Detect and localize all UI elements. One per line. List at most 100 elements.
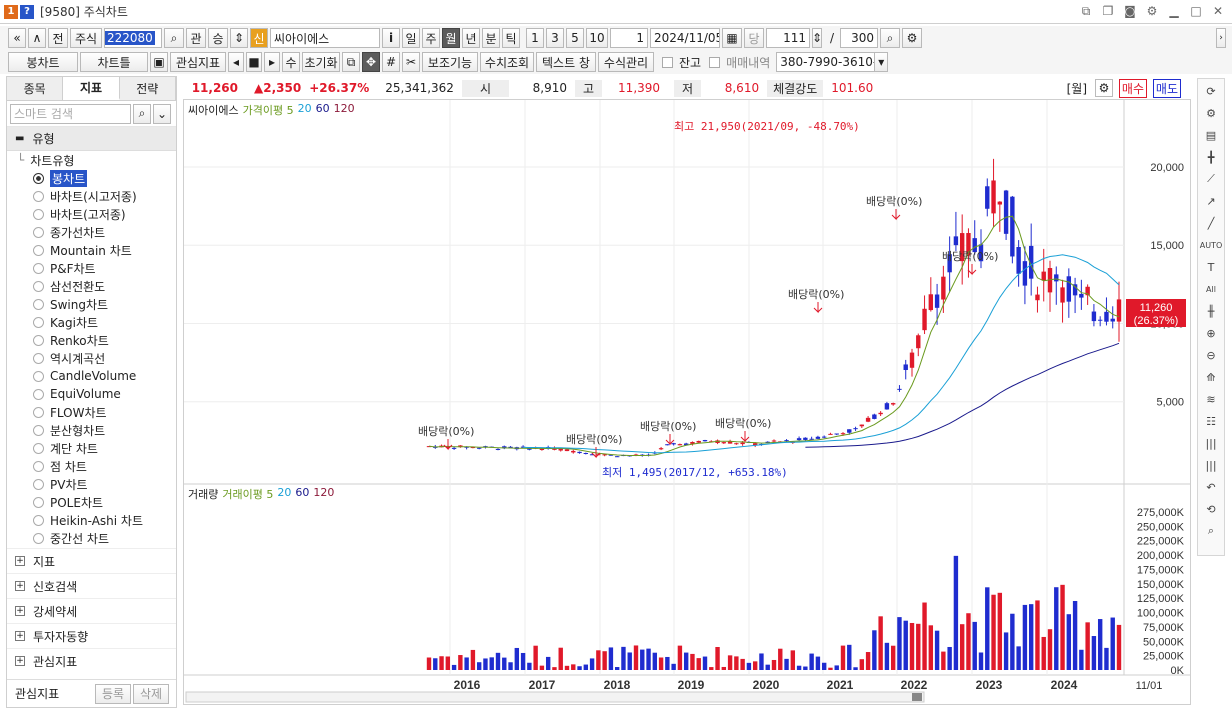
chart-type-item[interactable]: 분산형차트	[7, 421, 176, 439]
chart-type-item[interactable]: 봉차트	[7, 169, 176, 187]
auto-icon[interactable]: AUTO	[1200, 236, 1223, 254]
trend-line-icon[interactable]: ⟋	[1207, 170, 1215, 188]
chart-type-item[interactable]: 점 차트	[7, 457, 176, 475]
radio-icon[interactable]	[33, 208, 44, 220]
find-icon[interactable]: ⌕	[1208, 522, 1214, 540]
radio-icon[interactable]	[33, 316, 44, 328]
chart-type-item[interactable]: 역시계곡선	[7, 349, 176, 367]
radio-icon[interactable]	[33, 298, 44, 310]
ray-line-icon[interactable]: ↗	[1206, 192, 1215, 210]
expand-plus-icon[interactable]: +	[15, 656, 25, 666]
chart-type-node[interactable]: └ 차트유형	[7, 151, 176, 169]
chart-type-item[interactable]: PV차트	[7, 475, 176, 493]
grid-icon[interactable]: ☷	[1206, 412, 1216, 430]
date-input[interactable]: 2024/11/05	[650, 28, 720, 48]
chart-type-select[interactable]: 봉차트	[8, 52, 78, 72]
period-minute[interactable]: 분	[482, 28, 500, 48]
chart-type-item[interactable]: 바차트(시고저종)	[7, 187, 176, 205]
unit-5[interactable]: 5	[566, 28, 584, 48]
chart-type-item[interactable]: 삼선전환도	[7, 277, 176, 295]
unit-1[interactable]: 1	[526, 28, 544, 48]
copy-icon[interactable]: ❐	[1100, 3, 1116, 19]
prev-stock-button[interactable]: 전	[48, 28, 68, 48]
numeric-query-button[interactable]: 수치조회	[480, 52, 534, 72]
account-select[interactable]: 380-7990-3610-1	[776, 52, 877, 72]
close-icon[interactable]: ✕	[1210, 3, 1226, 19]
expand-plus-icon[interactable]: +	[15, 581, 25, 591]
watch-indicator-button[interactable]: 관심지표	[170, 52, 226, 72]
chart-type-item[interactable]: CandleVolume	[7, 367, 176, 385]
bars2-icon[interactable]: |||	[1205, 456, 1216, 474]
hash-icon[interactable]: #	[382, 52, 400, 72]
group-type[interactable]: ▬ 유형	[7, 127, 176, 151]
redo-icon[interactable]: ⟲	[1206, 500, 1215, 518]
minimize-icon[interactable]: ▁	[1166, 3, 1182, 19]
collapsed-group[interactable]: + 신호검색	[7, 573, 176, 598]
chart-type-item[interactable]: P&F차트	[7, 259, 176, 277]
crosshair-tool-icon[interactable]: ╋	[1208, 148, 1215, 166]
chart-type-item[interactable]: POLE차트	[7, 493, 176, 511]
radio-icon[interactable]	[33, 352, 44, 364]
account-dropdown-icon[interactable]: ▾	[874, 52, 889, 72]
candle-tool-icon[interactable]: ╫	[1208, 302, 1215, 320]
scissors-icon[interactable]: ✂	[402, 52, 420, 72]
radio-icon[interactable]	[33, 172, 44, 184]
tab-strategy[interactable]: 전략	[119, 77, 176, 100]
period-week[interactable]: 주	[422, 28, 440, 48]
maximize-icon[interactable]: □	[1188, 3, 1204, 19]
radio-icon[interactable]	[33, 460, 44, 472]
expand-icon[interactable]: ›	[1216, 28, 1226, 48]
zoom-out-icon[interactable]: ⊖	[1206, 346, 1215, 364]
magnify-icon[interactable]: ⌕	[880, 28, 901, 48]
chart-type-item[interactable]: Heikin-Ashi 차트	[7, 511, 176, 529]
count-input[interactable]: 111	[766, 28, 810, 48]
radio-icon[interactable]	[33, 244, 44, 256]
calendar-icon[interactable]: ▦	[722, 28, 742, 48]
camera-icon[interactable]: ◙	[1122, 3, 1138, 19]
window-icon-button[interactable]: ⧉	[342, 52, 360, 72]
search-icon[interactable]: ⌕	[164, 28, 184, 48]
su-button[interactable]: 수	[282, 52, 300, 72]
trade-history-checkbox[interactable]	[709, 56, 721, 68]
chart-type-item[interactable]: EquiVolume	[7, 385, 176, 403]
delete-button[interactable]: 삭제	[133, 683, 169, 704]
chart-type-item[interactable]: 계단 차트	[7, 439, 176, 457]
dang-button[interactable]: 당	[744, 28, 764, 48]
tab-stock[interactable]: 종목	[7, 77, 64, 100]
radio-icon[interactable]	[33, 334, 44, 346]
seung-button[interactable]: 승	[208, 28, 228, 48]
expand-plus-icon[interactable]: +	[15, 556, 25, 566]
chart-type-item[interactable]: 중간선 차트	[7, 529, 176, 547]
radio-icon[interactable]	[33, 532, 44, 544]
sell-button[interactable]: 매도	[1152, 78, 1181, 98]
radio-icon[interactable]	[33, 388, 44, 400]
stop-icon[interactable]: ■	[246, 52, 262, 72]
aux-function-button[interactable]: 보조기능	[422, 52, 478, 72]
chart-type-item[interactable]: Renko차트	[7, 331, 176, 349]
nav-first-button[interactable]: «	[8, 28, 26, 48]
chart-type-item[interactable]: Swing차트	[7, 295, 176, 313]
line-tool-icon[interactable]: ╱	[1208, 214, 1215, 232]
undo-icon[interactable]: ↶	[1206, 478, 1215, 496]
unit-select[interactable]: 1	[610, 28, 648, 48]
radio-icon[interactable]	[33, 190, 44, 202]
all-icon[interactable]: All	[1206, 280, 1216, 298]
radio-icon[interactable]	[33, 262, 44, 274]
jango-checkbox[interactable]	[662, 56, 673, 68]
radio-icon[interactable]	[33, 406, 44, 418]
stock-name-field[interactable]: 씨아이에스	[270, 28, 380, 48]
expand-plus-icon[interactable]: +	[15, 606, 25, 616]
period-year[interactable]: 년	[462, 28, 480, 48]
spin-icon[interactable]: ⇕	[230, 28, 248, 48]
chart-area[interactable]: 씨아이에스 가격이평 5 20 60 120 거래량 거래이평 5 20 60 …	[183, 99, 1191, 705]
count-spin-icon[interactable]: ⇕	[812, 28, 822, 48]
chart-type-item[interactable]: Mountain 차트	[7, 241, 176, 259]
collapsed-group[interactable]: + 지표	[7, 548, 176, 573]
chart-icon[interactable]: ▤	[1206, 126, 1216, 144]
crosshair-icon[interactable]: ✥	[362, 52, 380, 72]
chart-type-item[interactable]: Kagi차트	[7, 313, 176, 331]
radio-icon[interactable]	[33, 442, 44, 454]
collapse-icon[interactable]: ⌄	[153, 103, 171, 124]
collapsed-group[interactable]: + 투자자동향	[7, 623, 176, 648]
gear-icon[interactable]: ⚙	[902, 28, 923, 48]
